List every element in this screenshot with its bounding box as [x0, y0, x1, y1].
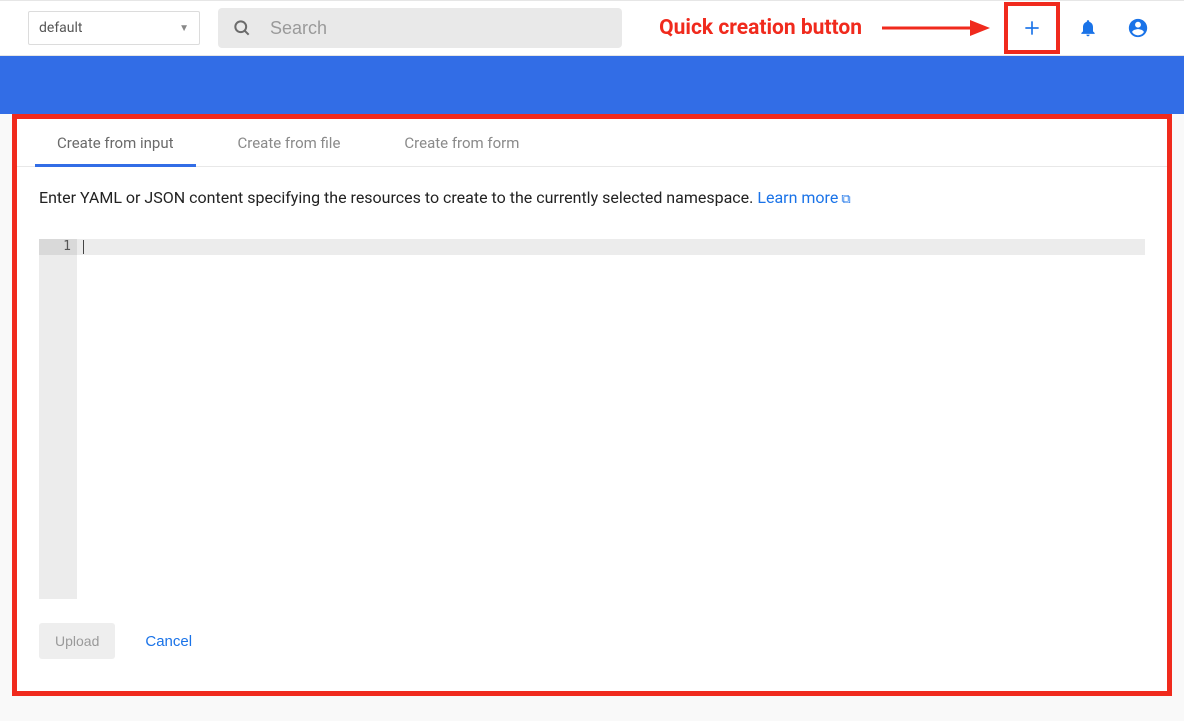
external-link-icon: ⧉: [841, 192, 850, 207]
tab-create-from-input[interactable]: Create from input: [39, 119, 192, 166]
create-panel: Create from input Create from file Creat…: [17, 119, 1167, 691]
namespace-selected-label: default: [39, 20, 83, 36]
create-tabs: Create from input Create from file Creat…: [17, 119, 1167, 167]
chevron-down-icon: ▼: [179, 23, 189, 34]
cancel-button[interactable]: Cancel: [145, 633, 192, 650]
tab-label: Create from file: [238, 134, 341, 152]
search-box[interactable]: [218, 8, 622, 48]
namespace-dropdown[interactable]: default ▼: [28, 11, 200, 45]
line-number: 1: [39, 239, 77, 255]
editor-cursor: [83, 240, 84, 254]
top-bar: default ▼ Quick creation button: [0, 0, 1184, 56]
quick-create-button[interactable]: [1010, 6, 1054, 50]
instruction-text: Enter YAML or JSON content specifying th…: [39, 187, 1145, 209]
tab-label: Create from form: [404, 134, 519, 152]
annotation-text: Quick creation button: [659, 16, 862, 40]
editor-textarea[interactable]: [77, 239, 1145, 599]
blue-banner: [0, 56, 1184, 114]
annotation-arrow-icon: [880, 15, 990, 41]
upload-button[interactable]: Upload: [39, 623, 115, 659]
quick-create-highlight: [1004, 2, 1060, 54]
search-input[interactable]: [270, 18, 608, 39]
search-icon: [232, 18, 252, 38]
learn-more-label: Learn more: [757, 188, 838, 207]
code-editor[interactable]: 1: [39, 239, 1145, 599]
learn-more-link[interactable]: Learn more⧉: [757, 188, 850, 207]
tab-create-from-file[interactable]: Create from file: [220, 119, 359, 166]
tab-create-from-form[interactable]: Create from form: [386, 119, 537, 166]
action-row: Upload Cancel: [39, 599, 1145, 679]
account-button[interactable]: [1116, 6, 1160, 50]
plus-icon: [1022, 18, 1042, 38]
editor-gutter: 1: [39, 239, 77, 599]
instruction-main: Enter YAML or JSON content specifying th…: [39, 188, 757, 207]
notifications-button[interactable]: [1066, 6, 1110, 50]
create-panel-highlight: Create from input Create from file Creat…: [12, 114, 1172, 696]
tab-label: Create from input: [57, 134, 174, 152]
bell-icon: [1078, 18, 1098, 38]
panel-body: Enter YAML or JSON content specifying th…: [17, 167, 1167, 691]
annotation-label-group: Quick creation button: [659, 15, 1000, 41]
user-icon: [1127, 17, 1149, 39]
